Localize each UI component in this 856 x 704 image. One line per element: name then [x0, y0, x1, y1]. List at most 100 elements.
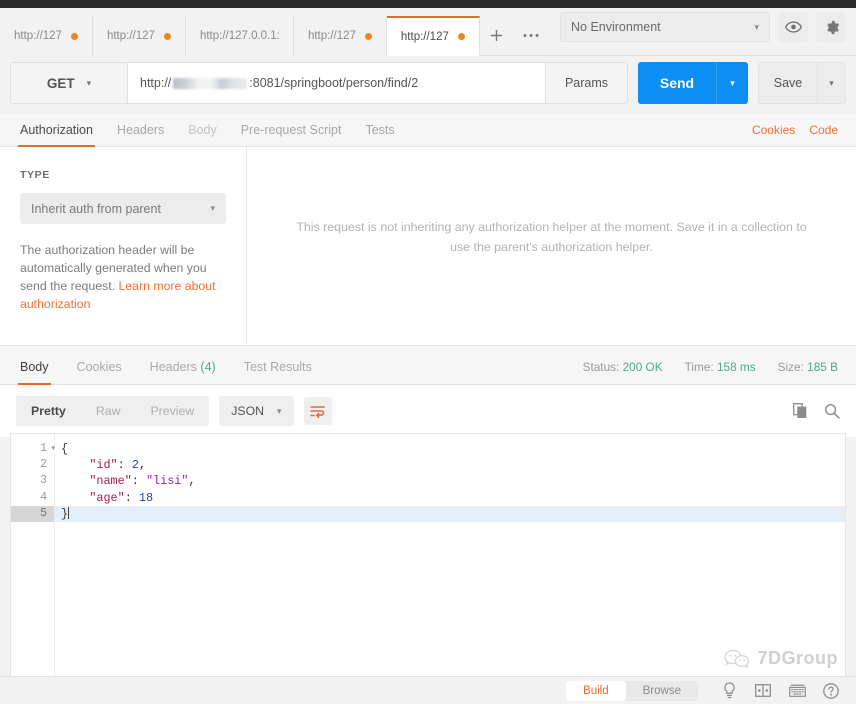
environment-zone: No Environment ▾ [560, 12, 846, 42]
code-line: "id": 2, [61, 457, 845, 473]
line-number: 4 [40, 490, 47, 504]
code-token-num: 2 [131, 458, 139, 473]
request-url-row: GET ▾ http://:8081/springboot/person/fin… [10, 62, 846, 104]
time-label: Time: [684, 360, 714, 374]
new-tab-button[interactable] [479, 16, 514, 56]
request-tabs-actions: Cookies Code [752, 123, 856, 146]
response-tab-cookies[interactable]: Cookies [63, 360, 136, 384]
url-redacted-host [173, 77, 248, 89]
request-tab-0[interactable]: http://127 [0, 16, 93, 56]
two-pane-layout-button[interactable] [746, 677, 780, 704]
url-input[interactable]: http://:8081/springboot/person/find/2 [128, 62, 546, 104]
save-options-button[interactable]: ▾ [818, 62, 846, 104]
request-tab-label: http://127 [14, 30, 62, 42]
browse-mode-button[interactable]: Browse [626, 681, 698, 701]
send-options-button[interactable]: ▾ [716, 62, 748, 104]
line-number: 3 [40, 474, 47, 488]
request-detail-tab-authorization[interactable]: Authorization [18, 123, 105, 147]
chevron-down-icon: ▾ [730, 77, 735, 88]
response-tab-bar: Body Cookies Headers (4) Test Results Statu… [0, 345, 856, 385]
lightbulb-icon [723, 682, 735, 699]
response-tab-body[interactable]: Body [18, 360, 63, 385]
request-tab-label: http://127.0.0.1: [199, 30, 279, 42]
text-cursor [68, 506, 70, 519]
code-line: "age": 18 [61, 490, 845, 506]
request-tab-strip: http://127 http://127 http://127.0.0.1: htt… [0, 16, 480, 56]
save-button-group: Save ▾ [758, 62, 846, 104]
code-link[interactable]: Code [809, 123, 838, 137]
search-button[interactable] [824, 403, 840, 419]
eye-icon [784, 21, 802, 33]
authorization-type-select[interactable]: Inherit auth from parent ▾ [20, 193, 226, 224]
send-label: Send [659, 75, 695, 91]
title-bar-strip [0, 0, 856, 8]
chevron-down-icon: ▾ [210, 203, 215, 213]
authorization-panel: TYPE Inherit auth from parent ▾ The auth… [0, 147, 856, 345]
tips-button[interactable] [712, 677, 746, 704]
save-button[interactable]: Save [758, 62, 818, 104]
response-tab-label: Headers [149, 360, 197, 374]
postman-window: http://127 http://127 http://127.0.0.1: htt… [0, 0, 856, 704]
view-mode-pretty[interactable]: Pretty [16, 396, 81, 426]
tab-options-ellipsis-icon[interactable] [513, 16, 548, 56]
request-tab-3[interactable]: http://127 [293, 16, 387, 56]
build-label: Build [583, 684, 609, 697]
copy-icon [793, 403, 807, 418]
send-button-group: Send ▾ [638, 62, 748, 104]
word-wrap-icon [310, 405, 325, 418]
code-token-key: "name" [61, 474, 132, 489]
editor-gutter: 1 ▾ 2 3 4 5 [11, 434, 55, 676]
view-mode-preview[interactable]: Preview [135, 396, 209, 426]
http-method-selector[interactable]: GET ▾ [10, 62, 128, 104]
send-button[interactable]: Send [638, 62, 716, 104]
status-bar: Build Browse [0, 676, 856, 704]
time-metric: Time: 158 ms [685, 360, 756, 374]
code-token-key: "age" [61, 490, 125, 505]
editor-code-area[interactable]: { "id": 2, "name": "lisi", "age": 18} [55, 434, 845, 676]
copy-button[interactable] [793, 403, 808, 419]
keyboard-shortcuts-button[interactable] [780, 677, 814, 704]
line-number: 2 [40, 458, 47, 472]
environment-quick-look-button[interactable] [778, 12, 808, 42]
help-button[interactable] [814, 677, 848, 704]
params-button[interactable]: Params [546, 62, 628, 104]
response-tab-test-results[interactable]: Test Results [230, 360, 326, 384]
size-metric: Size: 185 B [778, 360, 838, 374]
response-tab-label: Body [20, 360, 49, 374]
cookies-link[interactable]: Cookies [752, 123, 795, 137]
status-label: Status: [582, 360, 620, 374]
request-detail-tab-body[interactable]: Body [176, 123, 229, 146]
build-mode-button[interactable]: Build [566, 680, 626, 701]
request-tab-label: http://127 [307, 30, 356, 42]
settings-button[interactable] [816, 12, 846, 42]
code-token-brace: { [61, 442, 69, 456]
chevron-down-icon: ▾ [86, 77, 92, 88]
response-tab-headers[interactable]: Headers (4) [136, 360, 230, 384]
environment-selector[interactable]: No Environment ▾ [560, 12, 770, 42]
gutter-line-number: 3 [11, 473, 54, 489]
code-line: } [55, 505, 845, 522]
authorization-type-heading: TYPE [20, 169, 50, 181]
word-wrap-toggle[interactable] [303, 397, 332, 425]
response-meta: Status: 200 OK Time: 158 ms Size: 185 B [583, 360, 856, 384]
response-format-select[interactable]: JSON ▾ [219, 396, 294, 426]
authorization-empty-note: This request is not inheriting any autho… [296, 220, 807, 254]
code-token-plain: : [124, 490, 139, 505]
request-tab-2[interactable]: http://127.0.0.1: [185, 16, 294, 56]
response-tab-count: (4) [200, 360, 216, 374]
environment-selected-label: No Environment [571, 20, 661, 34]
response-body-toolbar: Pretty Raw Preview JSON ▾ [0, 385, 856, 437]
request-detail-tab-tests[interactable]: Tests [353, 123, 406, 146]
time-value: 158 ms [716, 360, 756, 374]
response-body-editor[interactable]: 1 ▾ 2 3 4 5 { "id": 2, "name": "lisi", "age":… [10, 433, 846, 676]
response-body-actions [793, 403, 840, 419]
request-tab-1[interactable]: http://127 [92, 16, 186, 56]
code-line: { [61, 441, 845, 457]
two-pane-icon [755, 684, 771, 697]
request-detail-tab-pre-request-script[interactable]: Pre-request Script [229, 123, 354, 146]
code-token-num: 18 [138, 490, 154, 505]
request-detail-tab-headers[interactable]: Headers [105, 123, 176, 146]
code-token-str: "lisi" [145, 474, 189, 489]
request-tab-4[interactable]: http://127 [386, 16, 480, 56]
view-mode-raw[interactable]: Raw [81, 396, 136, 426]
